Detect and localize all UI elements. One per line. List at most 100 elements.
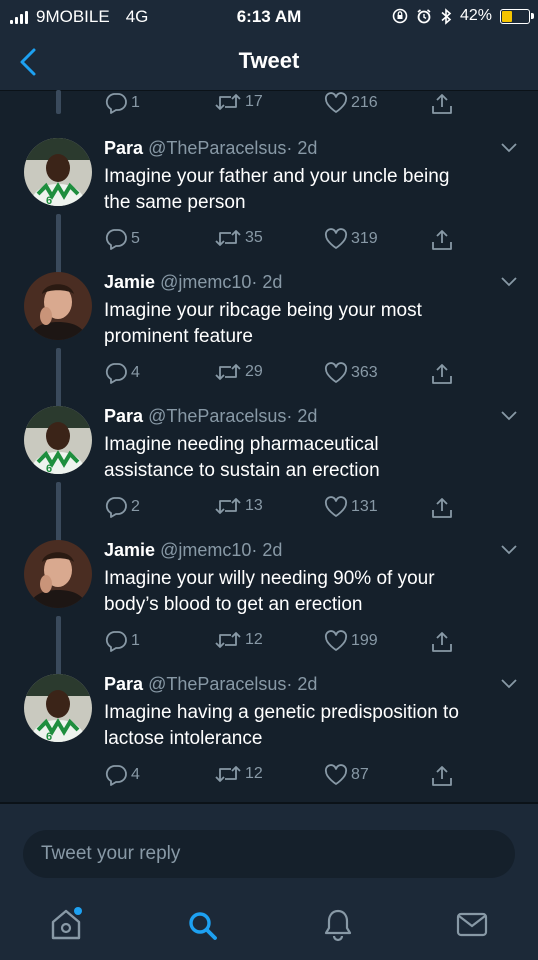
search-icon[interactable] — [184, 904, 220, 944]
share-action[interactable] — [430, 496, 454, 520]
retweet-count: 12 — [245, 631, 263, 648]
reply-action[interactable]: 5 — [104, 228, 140, 250]
svg-text:6: 6 — [46, 731, 52, 742]
chevron-down-icon[interactable] — [500, 140, 518, 154]
like-action[interactable]: 199 — [324, 630, 378, 652]
retweet-action[interactable]: 17 — [214, 92, 263, 112]
share-icon — [432, 632, 452, 652]
alarm-icon — [417, 9, 431, 24]
avatar[interactable]: 6 — [24, 406, 92, 474]
messages-icon[interactable] — [454, 904, 490, 944]
user-name[interactable]: Jamie — [104, 540, 155, 560]
status-bar: 9MOBILE 4G 6:13 AM 42% — [0, 0, 538, 36]
thread-line — [56, 482, 61, 544]
thread-line — [56, 616, 61, 678]
tweet-time: · 2d — [286, 138, 318, 158]
user-name[interactable]: Para — [104, 406, 143, 426]
reply-icon — [105, 497, 127, 518]
like-count: 131 — [351, 498, 378, 515]
user-name[interactable]: Jamie — [104, 272, 155, 292]
tweet-actions: 4 12 87 — [104, 764, 464, 790]
battery-percent: 42% — [459, 7, 492, 24]
chevron-down-icon[interactable] — [500, 676, 518, 690]
share-icon — [432, 766, 452, 786]
heart-icon — [324, 362, 348, 383]
chevron-down-icon[interactable] — [500, 408, 518, 422]
user-handle[interactable]: @jmemc10 — [160, 540, 251, 560]
like-action[interactable]: 216 — [324, 92, 378, 114]
reply-action[interactable]: 1 — [104, 92, 140, 114]
thread-line — [56, 348, 61, 410]
chevron-down-icon[interactable] — [500, 542, 518, 556]
tweet-header: Jamie @jmemc10· 2d — [104, 540, 282, 561]
tweet-text-line: Imagine needing pharmaceutical — [104, 434, 379, 455]
reply-action[interactable]: 1 — [104, 630, 140, 652]
nav-bar: Tweet — [0, 36, 538, 91]
avatar[interactable] — [24, 540, 92, 608]
like-count: 363 — [351, 364, 378, 381]
like-count: 319 — [351, 230, 378, 247]
share-action[interactable] — [430, 362, 454, 386]
heart-icon — [324, 764, 348, 785]
reply-action[interactable]: 4 — [104, 362, 140, 384]
tweet-text: Imagine your ribcage being your most pro… — [104, 298, 514, 350]
user-handle[interactable]: @TheParacelsus — [148, 406, 286, 426]
share-action[interactable] — [430, 228, 454, 252]
avatar-image — [24, 272, 92, 340]
retweet-icon — [215, 230, 241, 246]
tweet-actions: 4 29 363 — [104, 362, 464, 388]
reply-count: 4 — [131, 766, 140, 783]
retweet-action[interactable]: 13 — [214, 496, 263, 516]
retweet-action[interactable]: 12 — [214, 764, 263, 784]
avatar[interactable] — [24, 272, 92, 340]
share-action[interactable] — [430, 764, 454, 788]
thread-line — [56, 90, 61, 114]
share-icon — [432, 364, 452, 384]
chevron-down-icon[interactable] — [500, 274, 518, 288]
retweet-icon — [215, 498, 241, 514]
tweet-text-line: assistance to sustain an erection — [104, 460, 380, 481]
tweet-time: · 2d — [251, 272, 283, 292]
battery-icon — [500, 8, 534, 24]
tweet-header: Jamie @jmemc10· 2d — [104, 272, 282, 293]
like-action[interactable]: 363 — [324, 362, 378, 384]
tweet-text-line: prominent feature — [104, 326, 253, 347]
user-name[interactable]: Para — [104, 138, 143, 158]
notifications-icon[interactable] — [320, 904, 356, 944]
user-name[interactable]: Para — [104, 674, 143, 694]
reply-action[interactable]: 2 — [104, 496, 140, 518]
share-action[interactable] — [430, 92, 454, 116]
svg-text:6: 6 — [46, 195, 52, 206]
retweet-count: 35 — [245, 229, 263, 246]
user-handle[interactable]: @TheParacelsus — [148, 674, 286, 694]
tweet-text: Imagine needing pharmaceutical assistanc… — [104, 432, 514, 484]
retweet-action[interactable]: 29 — [214, 362, 263, 382]
tweet-text: Imagine having a genetic predisposition … — [104, 700, 514, 752]
reply-action[interactable]: 4 — [104, 764, 140, 786]
share-action[interactable] — [430, 630, 454, 654]
like-action[interactable]: 131 — [324, 496, 378, 518]
reply-input[interactable]: Tweet your reply — [23, 830, 515, 878]
user-handle[interactable]: @TheParacelsus — [148, 138, 286, 158]
tweet-text-line: body’s blood to get an erection — [104, 594, 363, 615]
home-icon[interactable] — [48, 904, 84, 944]
tweet-text: Imagine your willy needing 90% of your b… — [104, 566, 514, 618]
heart-icon — [324, 496, 348, 517]
share-icon — [432, 94, 452, 114]
reply-icon — [105, 229, 127, 250]
retweet-action[interactable]: 35 — [214, 228, 263, 248]
retweet-count: 13 — [245, 497, 263, 514]
reply-count: 2 — [131, 498, 140, 515]
tweet-text: Imagine your father and your uncle being… — [104, 164, 514, 216]
avatar[interactable]: 6 — [24, 138, 92, 206]
retweet-action[interactable]: 12 — [214, 630, 263, 650]
avatar-image — [24, 540, 92, 608]
like-action[interactable]: 87 — [324, 764, 369, 786]
user-handle[interactable]: @jmemc10 — [160, 272, 251, 292]
tweet-header: Para @TheParacelsus· 2d — [104, 406, 317, 427]
tweet-thread[interactable]: 1 17 216 6 Para @TheParacelsus· 2d Imagi… — [0, 90, 538, 802]
retweet-icon — [215, 766, 241, 782]
avatar[interactable]: 6 — [24, 674, 92, 742]
like-action[interactable]: 319 — [324, 228, 378, 250]
reply-placeholder: Tweet your reply — [41, 843, 181, 864]
